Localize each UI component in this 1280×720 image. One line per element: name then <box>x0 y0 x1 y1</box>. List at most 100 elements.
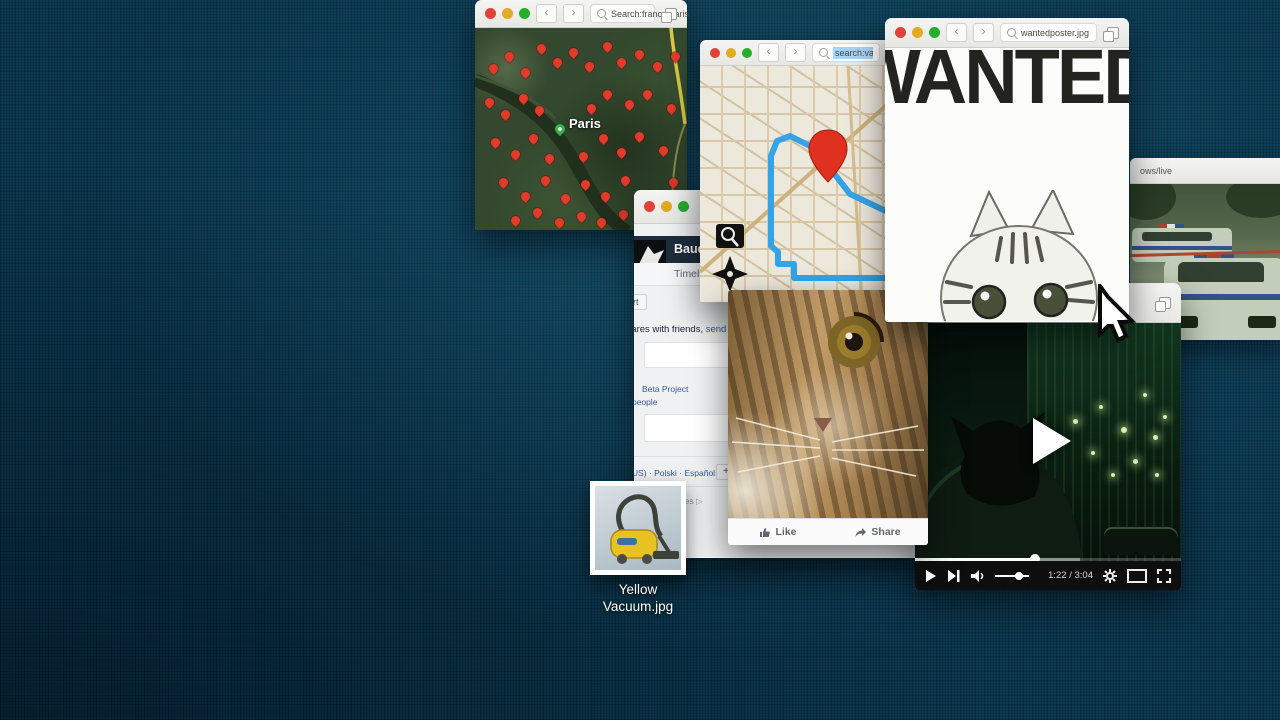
language-links[interactable]: h (US) · Polski · Español <box>634 468 715 478</box>
minimize-button[interactable] <box>661 201 672 212</box>
street-photo-icon[interactable] <box>716 224 744 248</box>
play-button[interactable] <box>925 569 937 583</box>
titlebar[interactable]: ‹ › Search:france/paris <box>475 0 687 28</box>
red-map-pin <box>657 144 670 157</box>
red-map-pin <box>519 66 532 79</box>
like-button[interactable]: Like <box>728 526 828 538</box>
message-text: hares with friends, <box>634 324 706 335</box>
destination-pin <box>809 130 847 182</box>
red-map-pin <box>579 178 592 191</box>
minimize-button[interactable] <box>726 48 736 58</box>
search-input[interactable]: wantedposter.jpg <box>1000 23 1097 42</box>
street-light <box>1121 427 1127 433</box>
report-button[interactable]: ort <box>634 294 647 310</box>
red-map-pin <box>583 60 596 73</box>
window-cat-photo[interactable]: Like Share <box>728 290 928 545</box>
red-map-pin <box>597 132 610 145</box>
red-map-pin <box>615 146 628 159</box>
red-map-pin <box>509 214 522 227</box>
volume-slider[interactable] <box>995 575 1029 577</box>
progress-knob[interactable] <box>1030 554 1040 561</box>
red-map-pin <box>651 60 664 73</box>
forward-button[interactable]: › <box>785 43 806 62</box>
red-map-pin <box>575 210 588 223</box>
titlebar[interactable]: ‹ › wantedposter.jpg <box>885 18 1129 48</box>
parked-car <box>1104 527 1178 555</box>
street-light <box>1091 451 1095 455</box>
red-map-pin <box>595 216 608 229</box>
cat-closeup-photo <box>728 290 928 518</box>
red-map-pin <box>619 174 632 187</box>
arrow-cursor <box>1096 284 1160 354</box>
theater-mode-icon[interactable] <box>1127 569 1147 583</box>
titlebar[interactable]: ows/live <box>1130 158 1280 184</box>
back-button[interactable]: ‹ <box>758 43 779 62</box>
red-map-pin <box>489 136 502 149</box>
minimize-button[interactable] <box>912 27 923 38</box>
red-map-pin <box>559 192 572 205</box>
desktop-file-yellow-vacuum[interactable]: Yellow Vacuum.jpg <box>578 481 698 616</box>
back-button[interactable]: ‹ <box>946 23 967 42</box>
red-map-pin <box>667 176 680 189</box>
window-wanted-poster[interactable]: ‹ › wantedposter.jpg WANTED <box>885 18 1129 322</box>
fullscreen-icon[interactable] <box>1157 569 1171 583</box>
magnifier-icon <box>1007 28 1016 37</box>
street-light <box>1099 405 1103 409</box>
street-light <box>1133 459 1138 464</box>
next-button[interactable] <box>947 569 960 583</box>
red-map-pin <box>483 96 496 109</box>
red-map-pin <box>577 150 590 163</box>
red-map-pin <box>665 102 678 115</box>
share-button[interactable]: Share <box>828 526 928 538</box>
video-screen[interactable] <box>915 323 1181 561</box>
progress-played <box>915 558 1035 561</box>
footer-link-people[interactable]: people <box>634 397 658 407</box>
red-map-pin <box>601 88 614 101</box>
street-light <box>1163 415 1167 419</box>
titlebar[interactable]: ‹ › search:vancouver <box>700 40 890 66</box>
minimize-button[interactable] <box>502 8 513 19</box>
red-map-pin <box>617 208 630 221</box>
street-light <box>1111 473 1115 477</box>
close-button[interactable] <box>710 48 720 58</box>
red-map-pin <box>535 42 548 55</box>
zoom-button[interactable] <box>929 27 940 38</box>
red-map-pin <box>487 62 500 75</box>
file-thumbnail[interactable] <box>590 481 686 575</box>
red-map-pin <box>633 130 646 143</box>
red-map-pin <box>499 108 512 121</box>
photo-action-bar: Like Share <box>728 518 928 545</box>
close-button[interactable] <box>485 8 496 19</box>
search-input[interactable]: Search:france/paris <box>590 4 655 23</box>
play-overlay-icon[interactable] <box>1033 418 1071 464</box>
red-map-pin <box>509 148 522 161</box>
red-map-pin <box>519 190 532 203</box>
window-vancouver-map[interactable]: ‹ › search:vancouver <box>700 40 890 302</box>
street-light <box>1153 435 1158 440</box>
footer-link-beta-project[interactable]: Beta Project <box>642 384 688 394</box>
back-button[interactable]: ‹ <box>536 4 557 23</box>
close-button[interactable] <box>895 27 906 38</box>
red-map-pin <box>533 104 546 117</box>
close-button[interactable] <box>644 201 655 212</box>
forward-button[interactable]: › <box>973 23 994 42</box>
forward-button[interactable]: › <box>563 4 584 23</box>
tabs-icon[interactable] <box>1107 27 1119 39</box>
red-map-pin <box>601 40 614 53</box>
wanted-headline: WANTED <box>885 48 1129 121</box>
tabs-icon[interactable] <box>1159 297 1171 309</box>
red-map-pin <box>531 206 544 219</box>
share-label: Share <box>871 526 900 538</box>
volume-icon[interactable] <box>970 569 985 583</box>
zoom-button[interactable] <box>678 201 689 212</box>
zoom-button[interactable] <box>742 48 752 58</box>
vancouver-street-map[interactable] <box>700 66 890 302</box>
settings-gear-icon[interactable] <box>1103 569 1117 583</box>
search-text: wantedposter.jpg <box>1021 28 1089 38</box>
zoom-button[interactable] <box>519 8 530 19</box>
red-map-pin <box>599 190 612 203</box>
red-map-pin <box>551 56 564 69</box>
search-input[interactable]: search:vancouver <box>812 43 880 62</box>
selected-search-text: search:vancouver <box>833 47 873 59</box>
tabs-icon[interactable] <box>665 8 677 20</box>
